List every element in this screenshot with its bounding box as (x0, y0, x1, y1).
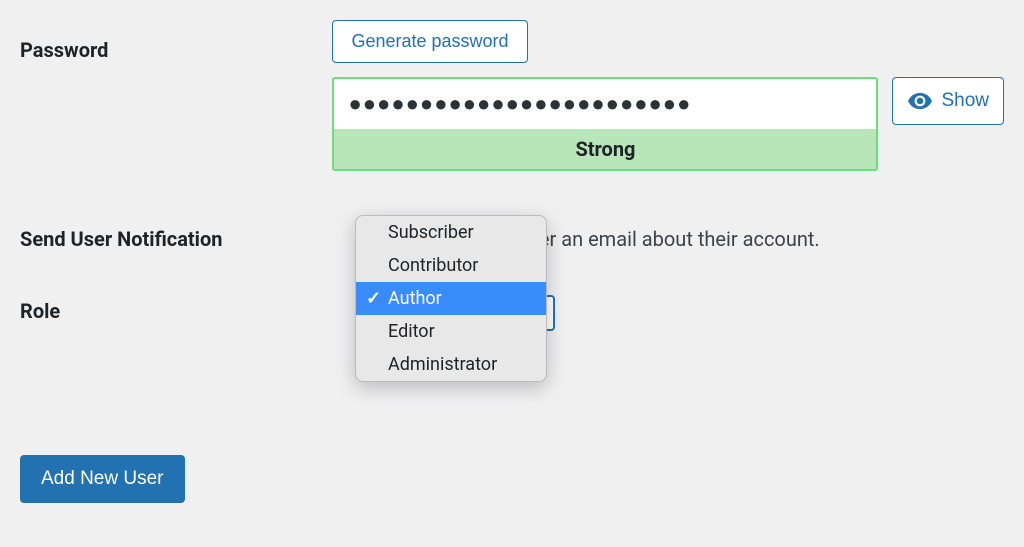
password-label: Password (20, 20, 332, 62)
password-input[interactable] (332, 77, 878, 129)
add-new-user-button[interactable]: Add New User (20, 455, 185, 503)
role-option-administrator[interactable]: Administrator (356, 348, 546, 381)
role-dropdown[interactable]: Subscriber Contributor Author Editor Adm… (355, 215, 547, 382)
show-password-label: Show (941, 90, 989, 112)
role-option-author[interactable]: Author (356, 282, 546, 315)
role-option-editor[interactable]: Editor (356, 315, 546, 348)
role-option-contributor[interactable]: Contributor (356, 249, 546, 282)
eye-icon (907, 88, 933, 114)
role-option-subscriber[interactable]: Subscriber (356, 216, 546, 249)
role-label: Role (20, 285, 355, 323)
password-strength-meter: Strong (332, 129, 878, 171)
show-password-button[interactable]: Show (892, 77, 1004, 125)
generate-password-button[interactable]: Generate password (332, 20, 527, 63)
notification-label: Send User Notification (20, 227, 355, 251)
